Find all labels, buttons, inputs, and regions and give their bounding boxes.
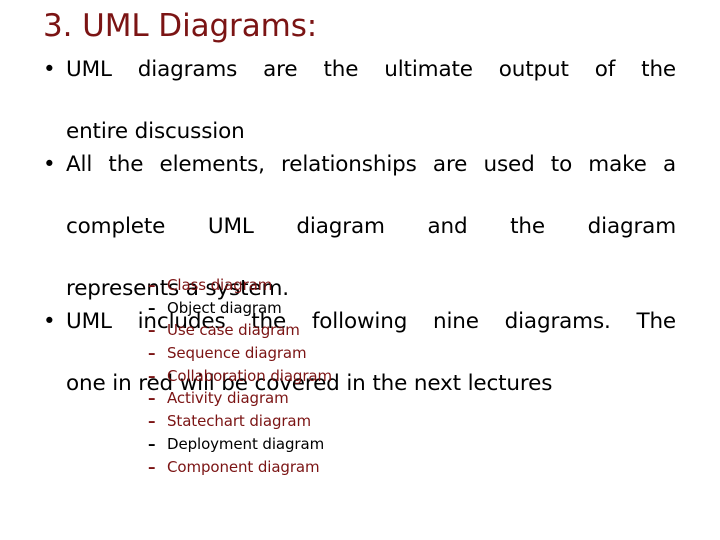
list-item-label: Use case diagram [167, 321, 300, 340]
dash-icon: – [148, 321, 156, 340]
dash-icon: – [148, 344, 156, 363]
bullet-2-line-2: complete UML diagram and the diagram [66, 214, 676, 239]
diagram-type-list: – Class diagram – Object diagram – Use c… [148, 274, 332, 478]
bullet-icon: • [43, 152, 56, 177]
main-bullet-item-1: • UML diagrams are the ultimate output o… [30, 54, 676, 147]
list-item: – Component diagram [148, 456, 332, 479]
bullet-icon: • [43, 309, 56, 334]
dash-icon: – [148, 457, 156, 476]
dash-icon: – [148, 298, 156, 317]
list-item: – Sequence diagram [148, 342, 332, 365]
list-item-label: Class diagram [167, 276, 273, 294]
list-item-label: Collaboration diagram [167, 366, 333, 385]
list-item: – Statechart diagram [148, 410, 332, 433]
list-item-label: Object diagram [167, 298, 282, 317]
main-bullet-list: • UML diagrams are the ultimate output o… [30, 54, 676, 401]
bullet-1-line-1: UML diagrams are the ultimate output of … [66, 57, 676, 82]
bullet-1-line-2: entire discussion [66, 119, 245, 144]
list-item: – Activity diagram [148, 387, 332, 410]
page-title: 3. UML Diagrams: [43, 8, 318, 44]
list-item: – Object diagram [148, 297, 332, 320]
dash-icon: – [148, 366, 156, 385]
list-item: – Deployment diagram [148, 433, 332, 456]
bullet-icon: • [43, 57, 56, 82]
list-item-label: Deployment diagram [167, 434, 325, 453]
dash-icon: – [148, 276, 156, 294]
list-item: – Class diagram [148, 274, 332, 297]
list-item: – Collaboration diagram [148, 365, 332, 388]
list-item-label: Statechart diagram [167, 412, 312, 431]
list-item-label: Sequence diagram [167, 344, 307, 363]
dash-icon: – [148, 412, 156, 431]
list-item-label: Activity diagram [167, 389, 289, 408]
dash-icon: – [148, 389, 156, 408]
dash-icon: – [148, 434, 156, 453]
slide-canvas: 3. UML Diagrams: • UML diagrams are the … [0, 0, 720, 540]
bullet-2-line-1: All the elements, relationships are used… [66, 152, 676, 177]
main-bullet-item-3: • UML includes the following nine diagra… [30, 306, 676, 399]
main-bullet-item-2: • All the elements, relationships are us… [30, 149, 676, 304]
list-item-label: Component diagram [167, 457, 320, 476]
list-item: – Use case diagram [148, 319, 332, 342]
